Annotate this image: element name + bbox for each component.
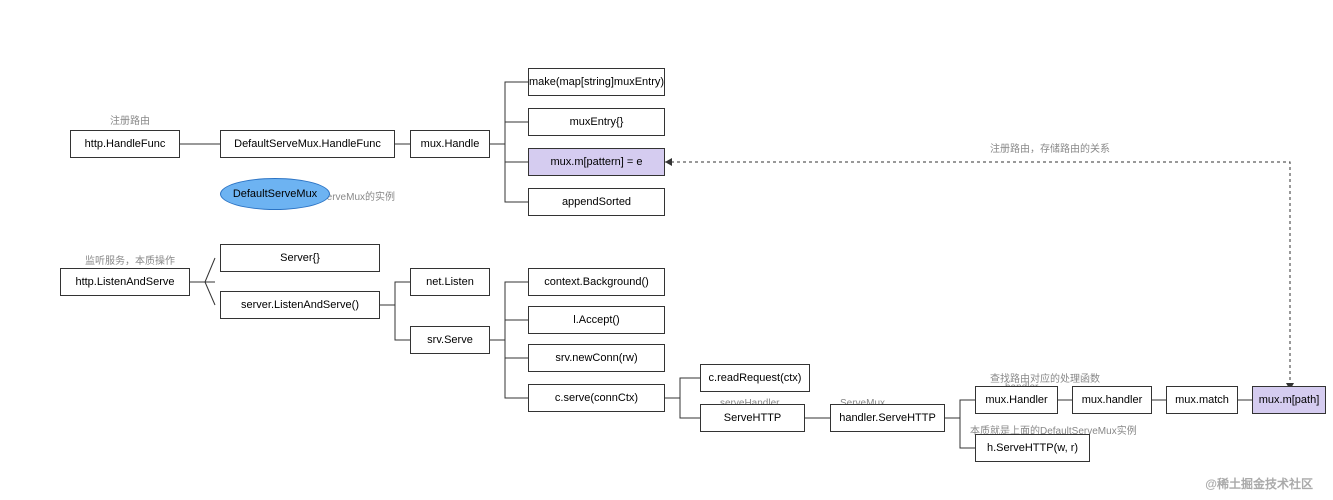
node-mux-handler-cap: mux.Handler xyxy=(975,386,1058,414)
node-mux-m-path: mux.m[path] xyxy=(1252,386,1326,414)
label-store-route: 注册路由，存储路由的关系 xyxy=(990,140,1110,155)
node-make-map: make(map[string]muxEntry) xyxy=(528,68,665,96)
watermark: @稀土掘金技术社区 xyxy=(1205,475,1313,492)
node-mux-handler-low: mux.handler xyxy=(1072,386,1152,414)
node-h-servehttp: h.ServeHTTP(w, r) xyxy=(975,434,1090,462)
label-listen-serve: 监听服务，本质操作 xyxy=(85,252,175,267)
node-defaultservemux: DefaultServeMux xyxy=(220,178,330,210)
node-context-background: context.Background() xyxy=(528,268,665,296)
node-http-handlefunc: http.HandleFunc xyxy=(70,130,180,158)
node-mux-handle: mux.Handle xyxy=(410,130,490,158)
label-register-route: 注册路由 xyxy=(110,112,150,127)
node-http-listenandserve: http.ListenAndServe xyxy=(60,268,190,296)
node-handler-servehttp: handler.ServeHTTP xyxy=(830,404,945,432)
node-srv-serve: srv.Serve xyxy=(410,326,490,354)
node-append-sorted: appendSorted xyxy=(528,188,665,216)
node-c-readrequest: c.readRequest(ctx) xyxy=(700,364,810,392)
node-net-listen: net.Listen xyxy=(410,268,490,296)
node-server: Server{} xyxy=(220,244,380,272)
node-mux-match: mux.match xyxy=(1166,386,1238,414)
node-l-accept: l.Accept() xyxy=(528,306,665,334)
node-servehttp: ServeHTTP xyxy=(700,404,805,432)
node-mux-entry: muxEntry{} xyxy=(528,108,665,136)
node-mux-m-pattern: mux.m[pattern] = e xyxy=(528,148,665,176)
node-c-serve: c.serve(connCtx) xyxy=(528,384,665,412)
node-server-listenandserve: server.ListenAndServe() xyxy=(220,291,380,319)
node-srv-newconn: srv.newConn(rw) xyxy=(528,344,665,372)
node-dsm-handlefunc: DefaultServeMux.HandleFunc xyxy=(220,130,395,158)
